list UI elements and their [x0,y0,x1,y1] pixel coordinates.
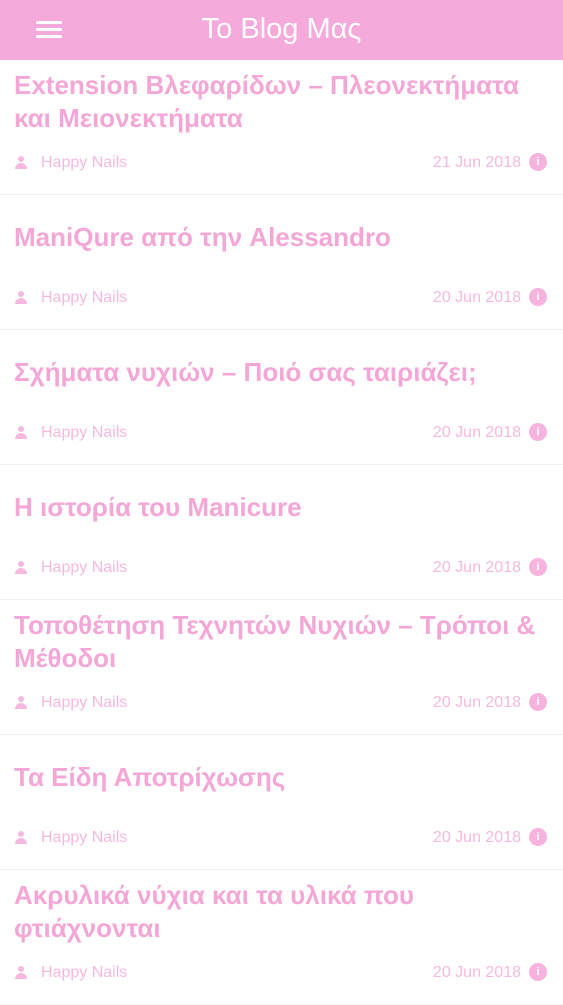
post-meta: Happy Nails 20 Jun 2018 i [14,692,547,714]
info-icon[interactable]: i [529,963,547,981]
post-meta: Happy Nails 20 Jun 2018 i [14,962,547,984]
blog-post-item[interactable]: Σχήματα νυχιών – Ποιό σας ταιριάζει; Hap… [0,330,563,465]
user-icon [14,561,28,575]
user-icon [14,426,28,440]
post-date: 20 Jun 2018 [432,559,521,576]
post-meta: Happy Nails 20 Jun 2018 i [14,422,547,444]
post-date: 20 Jun 2018 [432,829,521,846]
post-title[interactable]: Extension Βλεφαρίδων – Πλεονεκτήματα και… [14,60,549,144]
blog-post-item[interactable]: Τοποθέτηση Τεχνητών Νυχιών – Τρόποι & Μέ… [0,600,563,735]
post-author: Happy Nails [41,694,128,711]
post-title[interactable]: ManiQure από την Alessandro [14,195,549,279]
blog-post-item[interactable]: Ακρυλικά νύχια και τα υλικά που φτιάχνον… [0,870,563,1005]
post-meta: Happy Nails 20 Jun 2018 i [14,557,547,579]
info-icon[interactable]: i [529,828,547,846]
blog-post-item[interactable]: Τα Είδη Αποτρίχωσης Happy Nails 20 Jun 2… [0,735,563,870]
post-date: 20 Jun 2018 [432,289,521,306]
info-icon[interactable]: i [529,153,547,171]
post-title[interactable]: Ακρυλικά νύχια και τα υλικά που φτιάχνον… [14,870,549,954]
post-author: Happy Nails [41,964,128,981]
info-icon[interactable]: i [529,423,547,441]
post-title[interactable]: Τα Είδη Αποτρίχωσης [14,735,549,819]
blog-post-item[interactable]: ManiQure από την Alessandro Happy Nails … [0,195,563,330]
app-header: Το Blog Μας [0,0,563,60]
post-author: Happy Nails [41,289,128,306]
info-icon[interactable]: i [529,288,547,306]
user-icon [14,291,28,305]
user-icon [14,966,28,980]
post-title[interactable]: Τοποθέτηση Τεχνητών Νυχιών – Τρόποι & Μέ… [14,600,549,684]
page-title: Το Blog Μας [201,13,362,45]
post-author: Happy Nails [41,154,128,171]
post-author: Happy Nails [41,424,128,441]
user-icon [14,156,28,170]
info-icon[interactable]: i [529,558,547,576]
post-title[interactable]: Η ιστορία του Manicure [14,465,549,549]
post-date: 21 Jun 2018 [432,154,521,171]
post-author: Happy Nails [41,559,128,576]
post-meta: Happy Nails 21 Jun 2018 i [14,152,547,174]
blog-post-list: Extension Βλεφαρίδων – Πλεονεκτήματα και… [0,60,563,1005]
post-date: 20 Jun 2018 [432,694,521,711]
user-icon [14,696,28,710]
blog-post-item[interactable]: Η ιστορία του Manicure Happy Nails 20 Ju… [0,465,563,600]
post-title[interactable]: Σχήματα νυχιών – Ποιό σας ταιριάζει; [14,330,549,414]
blog-post-item[interactable]: Extension Βλεφαρίδων – Πλεονεκτήματα και… [0,60,563,195]
post-date: 20 Jun 2018 [432,424,521,441]
post-date: 20 Jun 2018 [432,964,521,981]
post-meta: Happy Nails 20 Jun 2018 i [14,827,547,849]
info-icon[interactable]: i [529,693,547,711]
user-icon [14,831,28,845]
post-meta: Happy Nails 20 Jun 2018 i [14,287,547,309]
post-author: Happy Nails [41,829,128,846]
